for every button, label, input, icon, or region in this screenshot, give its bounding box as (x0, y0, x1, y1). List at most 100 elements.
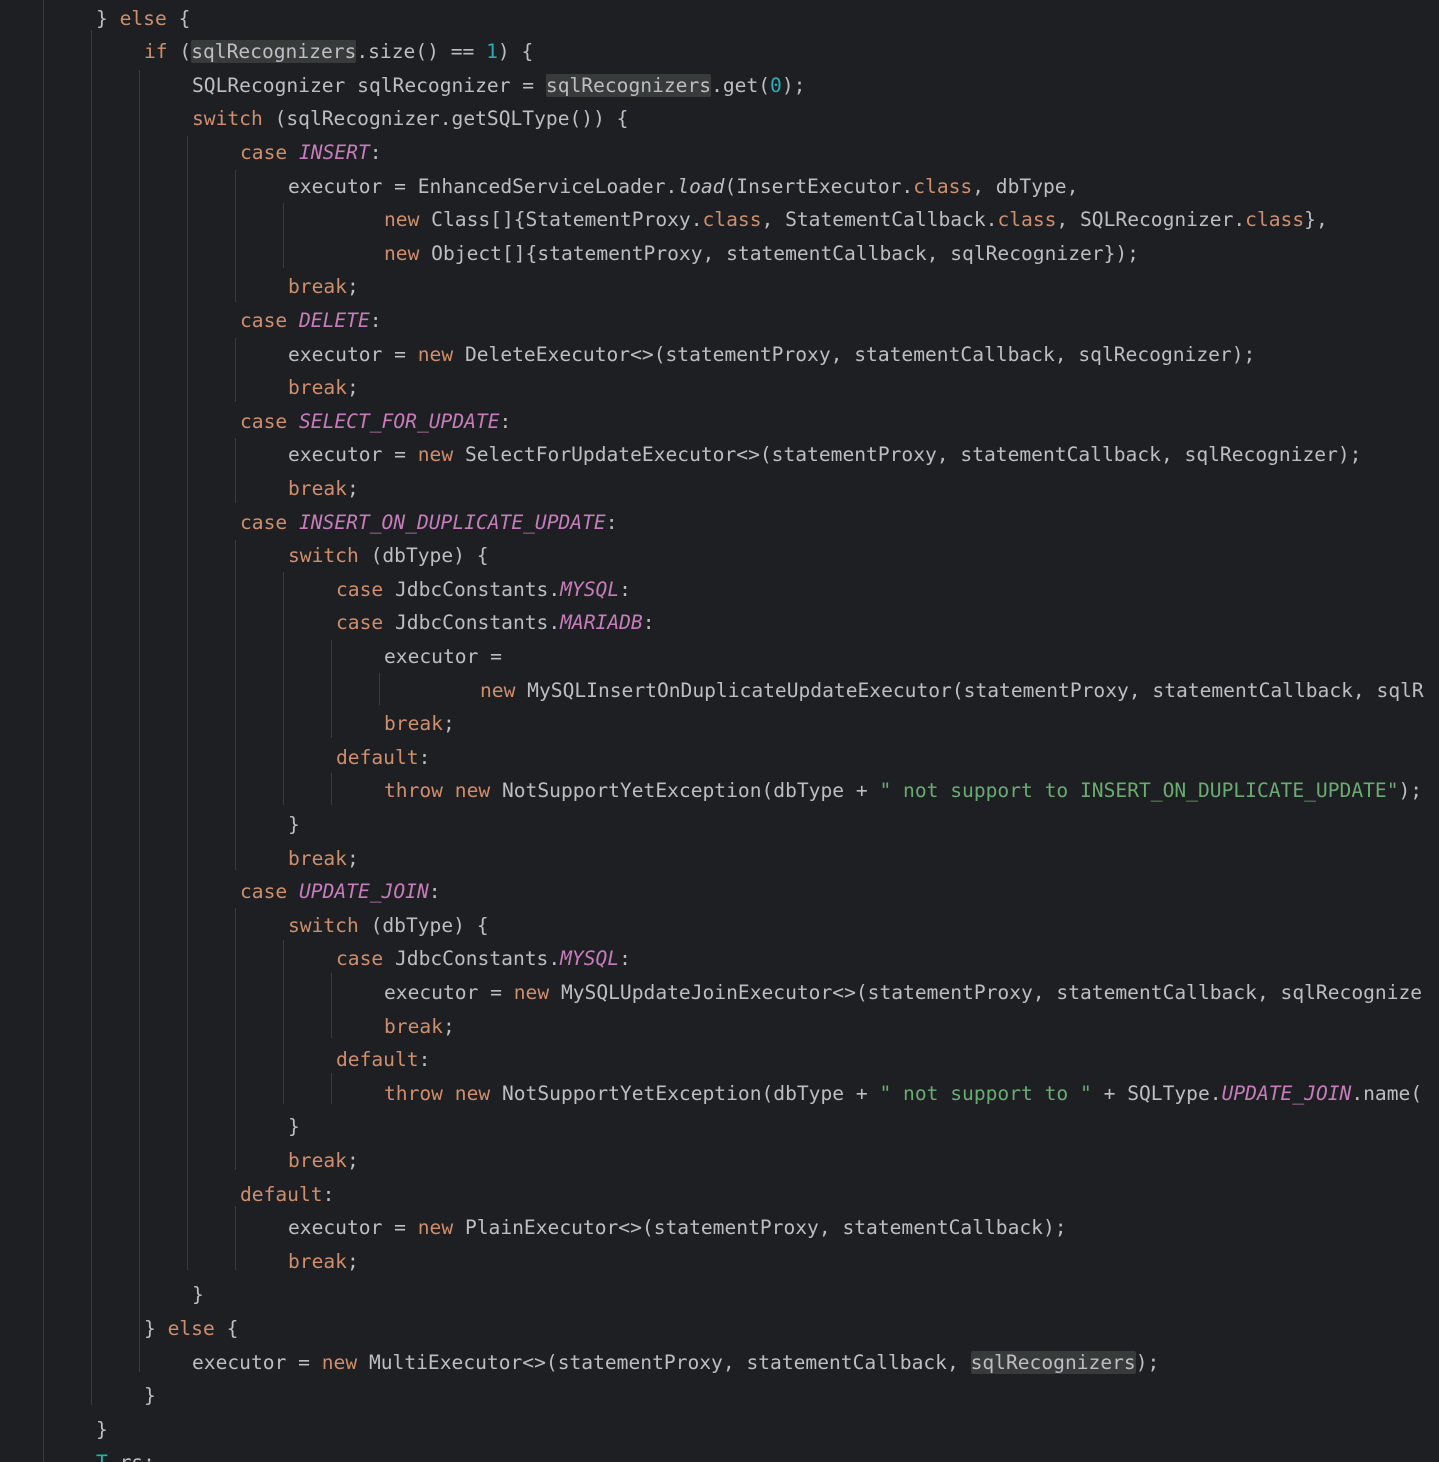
code-token: } (144, 1384, 156, 1408)
code-line[interactable]: case SELECT_FOR_UPDATE: (240, 405, 511, 439)
code-line[interactable]: case JdbcConstants.MARIADB: (336, 606, 655, 640)
code-token: break (288, 846, 347, 870)
code-token: 0 (770, 73, 782, 97)
code-line[interactable]: } (288, 808, 300, 842)
code-line[interactable]: case INSERT_ON_DUPLICATE_UPDATE: (240, 506, 618, 540)
code-token: UPDATE_JOIN (1221, 1081, 1352, 1105)
indent-guide (379, 673, 380, 705)
code-line[interactable]: default: (240, 1178, 334, 1212)
code-line[interactable]: new Class[]{StatementProxy.class, Statem… (384, 203, 1328, 237)
code-line[interactable]: break; (384, 1010, 455, 1044)
code-line[interactable]: } else { (144, 1312, 238, 1346)
code-line[interactable]: executor = new MySQLUpdateJoinExecutor<>… (384, 976, 1422, 1010)
code-token: executor = (288, 443, 418, 467)
code-token: (sqlRecognizer.getSQLType()) { (262, 107, 629, 131)
code-token: executor = (192, 1350, 322, 1374)
code-line[interactable]: break; (288, 842, 359, 876)
code-token: throw (384, 779, 443, 803)
code-token: DeleteExecutor<>(statementProxy, stateme… (453, 342, 1256, 366)
code-token: (dbType) { (358, 544, 489, 568)
code-line[interactable]: throw new NotSupportYetException(dbType … (384, 1077, 1422, 1111)
code-token: : (499, 409, 512, 433)
code-token: : (418, 745, 431, 769)
code-token: Class[]{StatementProxy. (419, 208, 703, 232)
code-line[interactable]: } (288, 1110, 300, 1144)
code-line[interactable]: } (144, 1379, 156, 1413)
code-token: (dbType) { (358, 913, 489, 937)
code-token: INSERT (298, 140, 370, 164)
code-token: class (1245, 208, 1305, 232)
code-token: }, (1304, 208, 1328, 232)
code-line[interactable]: break; (288, 472, 359, 506)
code-line[interactable]: } (96, 1413, 108, 1447)
code-token: break (288, 1249, 347, 1273)
indent-guide (283, 940, 284, 1104)
indent-guide (235, 170, 236, 302)
code-line[interactable]: switch (dbType) { (288, 539, 489, 573)
code-line[interactable]: switch (sqlRecognizer.getSQLType()) { (192, 102, 628, 136)
code-line[interactable]: executor = new DeleteExecutor<>(statemen… (288, 338, 1255, 372)
code-token: class (913, 174, 973, 198)
code-token: executor = (288, 342, 418, 366)
indent-guide (187, 136, 188, 1270)
code-token: } (288, 812, 300, 836)
code-line[interactable]: break; (288, 1144, 359, 1178)
code-token: (InsertExecutor. (724, 174, 914, 198)
code-token: break (288, 376, 347, 400)
code-line[interactable]: new MySQLInsertOnDuplicateUpdateExecutor… (480, 674, 1424, 708)
code-token: ( (167, 40, 192, 64)
code-token: break (384, 1014, 443, 1038)
code-line[interactable]: new Object[]{statementProxy, statementCa… (384, 237, 1139, 271)
code-token: .size() == (356, 40, 487, 64)
code-token: 1 (486, 40, 498, 64)
code-line[interactable]: executor = new PlainExecutor<>(statement… (288, 1211, 1067, 1245)
code-line[interactable]: break; (384, 707, 455, 741)
code-token: switch (192, 107, 263, 131)
code-token: new (321, 1350, 358, 1374)
code-line[interactable]: case INSERT: (240, 136, 382, 170)
code-editor[interactable]: } else {if (sqlRecognizers.size() == 1) … (0, 0, 1439, 1462)
code-line[interactable]: T rs; (96, 1446, 155, 1462)
code-line[interactable]: case DELETE: (240, 304, 382, 338)
code-token: T (96, 1451, 108, 1462)
code-token: , dbType, (972, 174, 1079, 198)
code-line[interactable]: break; (288, 1245, 359, 1279)
code-line[interactable]: default: (336, 741, 430, 775)
code-line[interactable]: executor = new MultiExecutor<>(statement… (192, 1346, 1159, 1380)
code-token: case (240, 308, 288, 332)
code-token: { (166, 6, 191, 30)
code-line[interactable]: case JdbcConstants.MYSQL: (336, 942, 631, 976)
code-line[interactable]: executor = EnhancedServiceLoader.load(In… (288, 170, 1078, 204)
code-token: break (384, 712, 443, 736)
code-line[interactable]: if (sqlRecognizers.size() == 1) { (144, 35, 533, 69)
code-token: + SQLType. (1091, 1081, 1222, 1105)
code-line[interactable]: throw new NotSupportYetException(dbType … (384, 774, 1422, 808)
code-token: ) { (497, 40, 534, 64)
code-line[interactable]: executor = new SelectForUpdateExecutor<>… (288, 438, 1361, 472)
code-token: new (384, 241, 420, 265)
code-line[interactable]: default: (336, 1043, 430, 1077)
code-token: ; (346, 275, 359, 299)
code-token: new (384, 208, 420, 232)
code-token: load (677, 174, 725, 198)
code-token: : (619, 577, 631, 601)
code-token: ); (1135, 1350, 1160, 1374)
code-line[interactable]: switch (dbType) { (288, 909, 489, 943)
code-line[interactable]: break; (288, 270, 359, 304)
code-line[interactable]: SQLRecognizer sqlRecognizer = sqlRecogni… (192, 69, 805, 103)
indent-guide (235, 1206, 236, 1270)
indent-guide (283, 572, 284, 805)
code-line[interactable]: } (192, 1278, 204, 1312)
code-token: JdbcConstants. (383, 611, 561, 635)
code-line[interactable]: break; (288, 371, 359, 405)
code-token: default (240, 1182, 323, 1206)
code-token: : (418, 1048, 431, 1072)
code-line[interactable]: executor = (384, 640, 502, 674)
code-line[interactable]: } else { (96, 2, 190, 36)
code-token: new (513, 980, 550, 1004)
code-line[interactable]: case UPDATE_JOIN: (240, 875, 441, 909)
code-line[interactable]: case JdbcConstants.MYSQL: (336, 573, 631, 607)
indent-guide (331, 1073, 332, 1104)
